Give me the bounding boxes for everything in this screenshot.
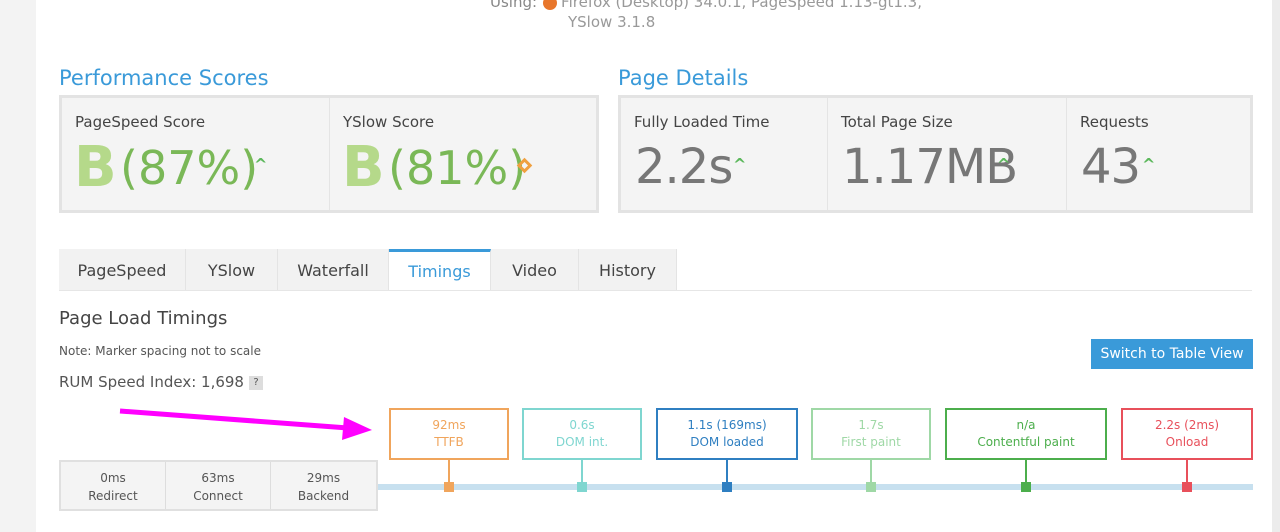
- marker-value: 2.2s (2ms): [1154, 418, 1220, 432]
- size-label: Total Page Size: [841, 113, 953, 131]
- timings-note: Note: Marker spacing not to scale: [59, 344, 261, 358]
- marker-dom-loaded: 1.1s (169ms) DOM loaded: [656, 408, 798, 460]
- tab-video[interactable]: Video: [491, 249, 579, 291]
- requests-label: Requests: [1080, 113, 1149, 131]
- help-icon[interactable]: ?: [248, 376, 263, 390]
- tab-divider: [59, 290, 1252, 291]
- pagespeed-label: PageSpeed Score: [75, 113, 206, 131]
- yslow-grade: B: [342, 135, 385, 200]
- marker-first-paint: 1.7s First paint: [811, 408, 931, 460]
- performance-title: Performance Scores: [59, 66, 269, 90]
- rum-value: 1,698: [201, 373, 244, 391]
- marker-label: First paint: [841, 435, 901, 449]
- phase-label: Redirect: [88, 489, 138, 503]
- requests: Requests 43 ^: [1067, 98, 1250, 210]
- fully-loaded-time: Fully Loaded Time 2.2s ^: [621, 98, 828, 210]
- trend-up-icon: ^: [1142, 155, 1156, 174]
- rum-label: RUM Speed Index:: [59, 373, 197, 391]
- marker-contentful-paint: n/a Contentful paint: [945, 408, 1107, 460]
- marker-label: Contentful paint: [977, 435, 1075, 449]
- marker-dot: [722, 482, 732, 492]
- tab-waterfall[interactable]: Waterfall: [278, 249, 389, 291]
- phase-label: Backend: [297, 489, 350, 503]
- page-details-box: Fully Loaded Time 2.2s ^ Total Page Size…: [618, 95, 1253, 213]
- using-line1: Firefox (Desktop) 34.0.1, PageSpeed 1.13…: [561, 0, 922, 11]
- marker-value: 92ms: [432, 418, 466, 432]
- trend-up-icon: ^: [254, 155, 268, 174]
- marker-onload: 2.2s (2ms) Onload: [1121, 408, 1253, 460]
- phase-value: 63ms: [201, 471, 235, 485]
- phase-connect: 63ms Connect: [166, 462, 271, 509]
- marker-value: 0.6s: [569, 418, 595, 432]
- pagespeed-percent: (87%): [120, 141, 259, 195]
- tab-timings[interactable]: Timings: [389, 249, 491, 291]
- using-line2: YSlow 3.1.8: [568, 13, 656, 31]
- marker-stem: [870, 460, 872, 484]
- marker-dom-interactive: 0.6s DOM int.: [522, 408, 642, 460]
- marker-ttfb: 92ms TTFB: [389, 408, 509, 460]
- firefox-icon: [543, 0, 558, 10]
- connection-phases: 0ms Redirect 63ms Connect 29ms Backend: [59, 460, 378, 511]
- tab-pagespeed[interactable]: PageSpeed: [59, 249, 186, 291]
- tab-history[interactable]: History: [579, 249, 677, 291]
- marker-value: 1.1s (169ms): [687, 418, 767, 432]
- tab-yslow[interactable]: YSlow: [186, 249, 278, 291]
- marker-value: n/a: [1016, 418, 1036, 432]
- marker-dot: [866, 482, 876, 492]
- total-page-size: Total Page Size 1.17MB ^: [828, 98, 1067, 210]
- marker-stem: [726, 460, 728, 484]
- loaded-value: 2.2s: [635, 139, 733, 195]
- timings-title: Page Load Timings: [59, 308, 228, 329]
- rum-speed-index: RUM Speed Index: 1,698?: [59, 373, 263, 391]
- marker-label: DOM int.: [555, 435, 609, 449]
- size-value: 1.17MB: [842, 139, 1018, 195]
- loaded-label: Fully Loaded Time: [634, 113, 770, 131]
- pagespeed-score: PageSpeed Score B (87%) ^: [62, 98, 330, 210]
- marker-label: Onload: [1165, 435, 1209, 449]
- details-title: Page Details: [618, 66, 749, 90]
- marker-stem: [1025, 460, 1027, 484]
- yslow-score: YSlow Score B (81%): [330, 98, 596, 210]
- trend-up-icon: ^: [733, 155, 747, 174]
- phase-value: 29ms: [306, 471, 341, 485]
- scrollbar-track[interactable]: [1272, 0, 1280, 532]
- phase-label: Connect: [193, 489, 243, 503]
- report-tabs: PageSpeed YSlow Waterfall Timings Video …: [59, 249, 677, 291]
- marker-stem: [581, 460, 583, 484]
- marker-label: DOM loaded: [690, 435, 764, 449]
- trend-up-icon: ^: [997, 155, 1011, 174]
- yslow-label: YSlow Score: [343, 113, 435, 131]
- marker-stem: [1186, 460, 1188, 484]
- switch-table-view-button[interactable]: Switch to Table View: [1091, 339, 1253, 369]
- yslow-percent: (81%): [388, 141, 527, 195]
- marker-value: 1.7s: [858, 418, 884, 432]
- marker-dot: [577, 482, 587, 492]
- phase-backend: 29ms Backend: [271, 462, 376, 509]
- marker-dot: [444, 482, 454, 492]
- pagespeed-grade: B: [74, 135, 117, 200]
- phase-value: 0ms: [100, 471, 126, 485]
- phase-redirect: 0ms Redirect: [61, 462, 166, 509]
- browser-info: Using: Firefox (Desktop) 34.0.1, PageSpee…: [490, 0, 922, 31]
- using-label: Using:: [490, 0, 538, 11]
- performance-scores-box: PageSpeed Score B (87%) ^ YSlow Score B …: [59, 95, 599, 213]
- marker-label: TTFB: [434, 435, 464, 449]
- requests-value: 43: [1081, 139, 1141, 195]
- marker-dot: [1182, 482, 1192, 492]
- marker-dot: [1021, 482, 1031, 492]
- marker-stem: [448, 460, 450, 484]
- timeline-bar: [374, 484, 1253, 490]
- annotation-arrow-icon: [119, 408, 372, 440]
